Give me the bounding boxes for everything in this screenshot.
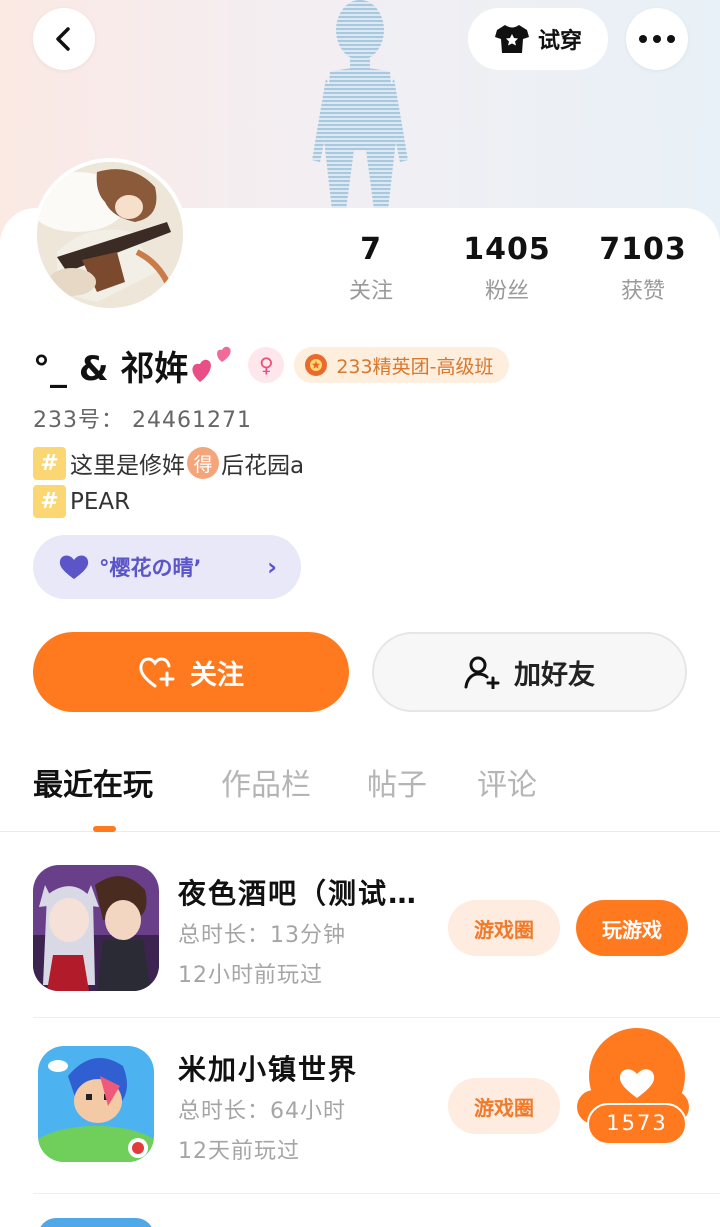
active-tab-indicator — [93, 826, 116, 832]
tag2-text: PEAR — [70, 488, 131, 515]
stat-followers[interactable]: 1405 粉丝 — [447, 232, 567, 305]
tshirt-icon — [494, 25, 529, 53]
elite-badge-label: 233精英团-高级班 — [336, 355, 494, 378]
bio-tag-1: # 这里是修姩 得 后花园a — [33, 446, 304, 480]
medal-icon — [305, 354, 328, 376]
elite-group-badge[interactable]: 233精英团-高级班 — [294, 347, 510, 383]
add-friend-label: 加好友 — [514, 659, 595, 691]
stat-label: 粉丝 — [484, 279, 529, 304]
profile-tabs: 最近在玩 作品栏 帖子 评论 — [0, 760, 720, 832]
more-options-button[interactable] — [626, 8, 688, 70]
game-title: 米加小镇世界 — [178, 1053, 359, 1086]
row-divider — [33, 1193, 720, 1194]
bio-tag-2: # PEAR — [33, 485, 130, 518]
next-game-icon-peek — [38, 1218, 154, 1227]
more-dots-icon — [639, 35, 675, 43]
game-duration: 总时长：64小时 — [178, 1099, 346, 1124]
uid-value: 24461271 — [132, 408, 252, 433]
chevron-right-icon: › — [267, 553, 277, 581]
follow-button[interactable]: 关注 — [33, 632, 349, 712]
user-id: 233号： 24461271 — [33, 402, 252, 434]
game-icon — [38, 1046, 154, 1162]
tag1-circle-char: 得 — [187, 447, 219, 479]
game-last-played: 12天前玩过 — [178, 1139, 300, 1164]
tab-works[interactable]: 作品栏 — [221, 760, 311, 804]
heart-icon — [59, 555, 89, 579]
try-on-label: 试穿 — [537, 29, 582, 54]
chevron-left-icon — [56, 27, 70, 51]
add-friend-button[interactable]: 加好友 — [372, 632, 687, 712]
avatar-image — [37, 162, 183, 308]
stat-value: 7 — [360, 232, 382, 267]
heart-plus-icon — [139, 657, 175, 688]
stat-value: 1405 — [463, 232, 551, 267]
try-on-button[interactable]: 试穿 — [468, 8, 608, 70]
stat-label: 关注 — [348, 279, 393, 304]
pink-hearts-icon — [192, 346, 231, 382]
game-circle-button[interactable]: 游戏圈 — [448, 1078, 560, 1134]
profile-avatar[interactable] — [33, 158, 187, 312]
game-list-item[interactable]: 夜色酒吧（测试版） 总时长：13分钟 12小时前玩过 游戏圈 玩游戏 — [0, 842, 720, 1018]
name-row: °_ & 祁姩 ♀ 233精英团-高级班 — [33, 340, 510, 390]
game-thumbnail-image — [38, 1046, 154, 1162]
stat-following[interactable]: 7 关注 — [311, 232, 431, 305]
game-circle-button[interactable]: 游戏圈 — [448, 900, 560, 956]
tab-recently-played[interactable]: 最近在玩 — [33, 760, 153, 804]
stat-value: 7103 — [599, 232, 687, 267]
game-last-played: 12小时前玩过 — [178, 963, 323, 988]
follow-label: 关注 — [190, 659, 244, 691]
tag1-text-after: 后花园a — [221, 453, 305, 479]
club-pill[interactable]: °樱花の晴’ › — [33, 535, 301, 599]
play-game-button[interactable]: 玩游戏 — [576, 900, 688, 956]
game-title: 夜色酒吧（测试版） — [178, 877, 418, 910]
stat-label: 获赞 — [620, 279, 665, 304]
club-name: °樱花の晴’ — [99, 556, 202, 580]
add-person-icon — [464, 656, 500, 689]
back-button[interactable] — [33, 8, 95, 70]
game-thumbnail-image — [33, 865, 159, 991]
game-duration: 总时长：13分钟 — [178, 923, 346, 948]
uid-label: 233号： — [33, 408, 124, 433]
like-count: 1573 — [606, 1111, 668, 1135]
female-gender-icon: ♀ — [248, 347, 285, 383]
hash-icon: # — [33, 446, 66, 480]
user-name: °_ & 祁姩 — [33, 348, 189, 389]
tab-comments[interactable]: 评论 — [477, 760, 537, 804]
game-icon — [33, 865, 159, 991]
profile-stats: 7 关注 1405 粉丝 7103 获赞 — [300, 232, 720, 312]
tag1-text-before: 这里是修姩 — [70, 453, 185, 479]
floating-like-button[interactable]: 1573 — [577, 1028, 689, 1148]
stat-likes[interactable]: 7103 获赞 — [583, 232, 703, 305]
tab-posts[interactable]: 帖子 — [367, 760, 427, 804]
3d-avatar-silhouette — [312, 0, 408, 210]
hash-icon: # — [33, 485, 66, 518]
